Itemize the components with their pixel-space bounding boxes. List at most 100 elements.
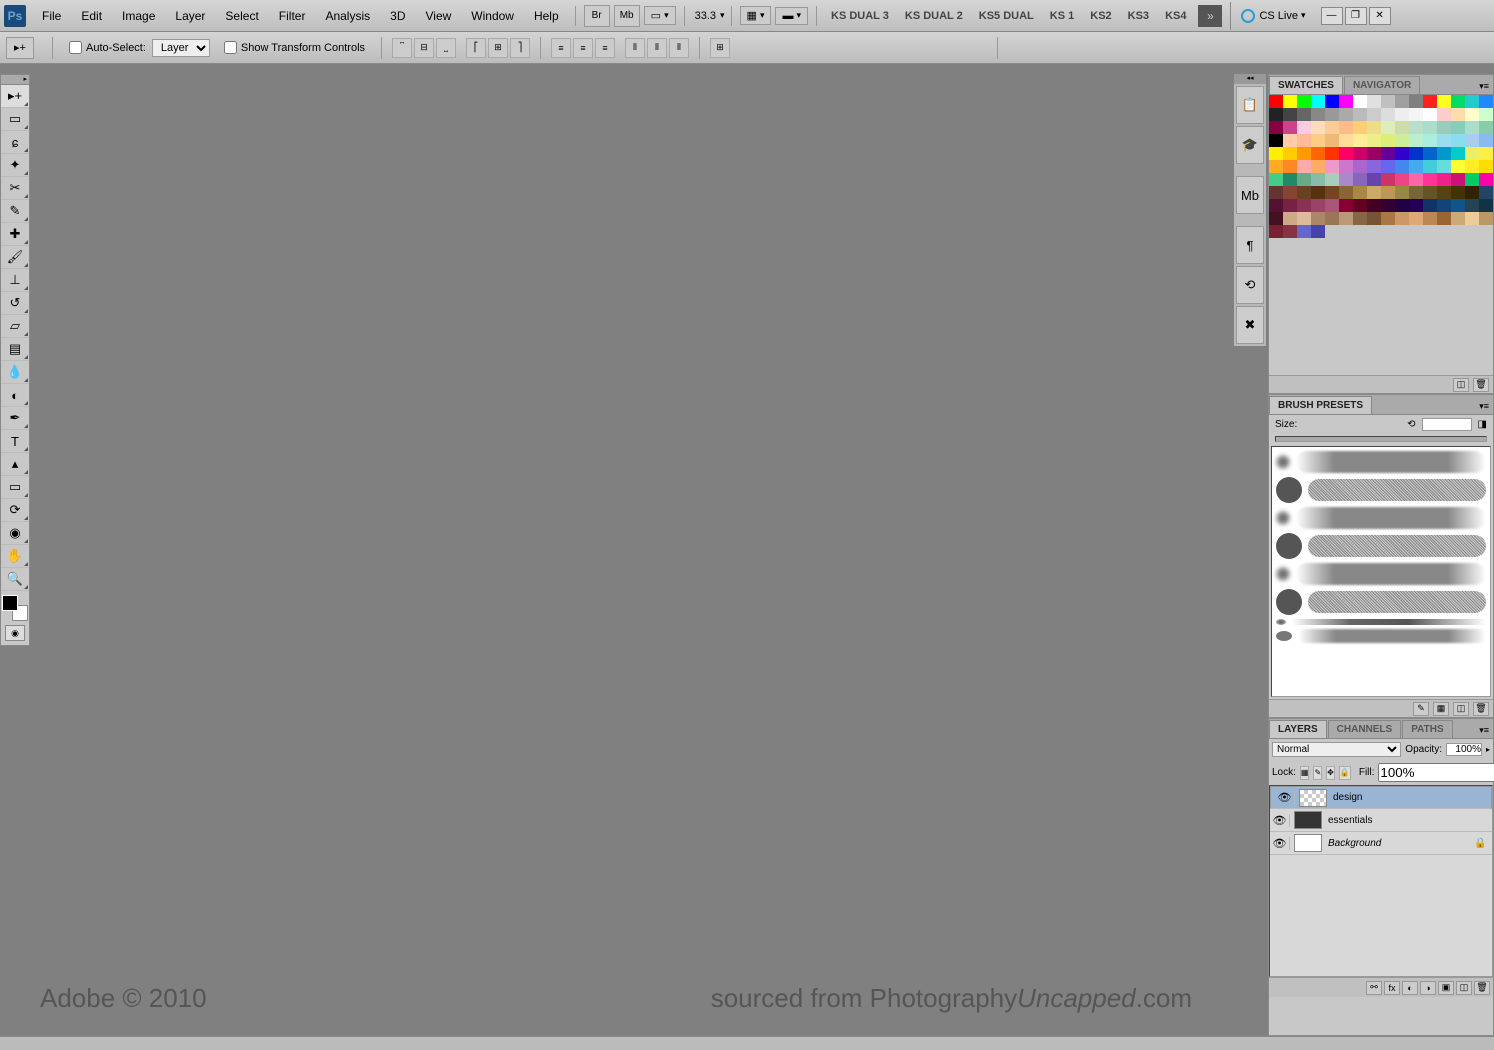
swatch[interactable]	[1395, 160, 1409, 173]
strip-expand[interactable]: ◂◂	[1234, 74, 1266, 84]
pen-tool[interactable]: ✒	[1, 407, 29, 430]
swatch[interactable]	[1437, 199, 1451, 212]
swatch[interactable]	[1451, 121, 1465, 134]
swatch[interactable]	[1269, 121, 1283, 134]
new-layer-button[interactable]: ◫	[1456, 981, 1472, 995]
swatch[interactable]	[1353, 173, 1367, 186]
lock-transparency-icon[interactable]: ▦	[1300, 766, 1310, 780]
new-brush-button[interactable]: ◫	[1453, 702, 1469, 716]
auto-align-button[interactable]: ⊞	[710, 38, 730, 58]
swatch[interactable]	[1311, 173, 1325, 186]
swatches-menu[interactable]: ▾≡	[1475, 79, 1493, 94]
swatch[interactable]	[1367, 160, 1381, 173]
swatch[interactable]	[1283, 212, 1297, 225]
swatch[interactable]	[1297, 199, 1311, 212]
swatch[interactable]	[1297, 173, 1311, 186]
eraser-tool[interactable]: ▱	[1, 315, 29, 338]
swatch[interactable]	[1311, 121, 1325, 134]
layer-thumbnail[interactable]	[1299, 789, 1327, 807]
swatch[interactable]	[1437, 121, 1451, 134]
brush-size-slider[interactable]	[1275, 436, 1487, 442]
swatch[interactable]	[1465, 147, 1479, 160]
swatch[interactable]	[1339, 160, 1353, 173]
tab-layers[interactable]: LAYERS	[1269, 720, 1327, 738]
swatch[interactable]	[1339, 121, 1353, 134]
swatch[interactable]	[1325, 147, 1339, 160]
align-bottom-button[interactable]: ⎵	[436, 38, 456, 58]
swatch[interactable]	[1479, 95, 1493, 108]
swatch[interactable]	[1479, 160, 1493, 173]
swatch[interactable]	[1479, 147, 1493, 160]
shape-tool[interactable]: ▭	[1, 476, 29, 499]
swatch[interactable]	[1381, 212, 1395, 225]
swatch[interactable]	[1269, 108, 1283, 121]
3d-camera-tool[interactable]: ◉	[1, 522, 29, 545]
swatch[interactable]	[1409, 121, 1423, 134]
swatch[interactable]	[1325, 95, 1339, 108]
swatch[interactable]	[1325, 173, 1339, 186]
menu-analysis[interactable]: Analysis	[315, 5, 380, 27]
swatch[interactable]	[1451, 160, 1465, 173]
align-right-button[interactable]: ⎤	[510, 38, 530, 58]
swatch[interactable]	[1423, 108, 1437, 121]
swatch[interactable]	[1353, 212, 1367, 225]
swatch[interactable]	[1381, 173, 1395, 186]
opacity-flyout-icon[interactable]: ▸	[1486, 745, 1490, 754]
swatch[interactable]	[1451, 134, 1465, 147]
workspace-expand-button[interactable]: »	[1198, 5, 1222, 27]
swatch[interactable]	[1283, 121, 1297, 134]
quick-mask-button[interactable]: ◉	[5, 625, 25, 641]
zoom-tool[interactable]: 🔍	[1, 568, 29, 591]
swatch[interactable]	[1423, 121, 1437, 134]
color-swatches[interactable]	[2, 595, 28, 621]
tab-brush-presets[interactable]: BRUSH PRESETS	[1269, 396, 1372, 414]
swatch[interactable]	[1311, 199, 1325, 212]
swatch[interactable]	[1325, 160, 1339, 173]
swatch[interactable]	[1269, 186, 1283, 199]
swatch[interactable]	[1283, 95, 1297, 108]
blend-mode-dropdown[interactable]: Normal	[1272, 742, 1401, 757]
layer-row[interactable]: 👁Background🔒	[1270, 832, 1492, 855]
stamp-tool[interactable]: ⊥	[1, 269, 29, 292]
swatch[interactable]	[1283, 108, 1297, 121]
swatch[interactable]	[1451, 95, 1465, 108]
swatch[interactable]	[1465, 160, 1479, 173]
swatch[interactable]	[1423, 95, 1437, 108]
menu-select[interactable]: Select	[215, 5, 268, 27]
swatch[interactable]	[1297, 108, 1311, 121]
menu-edit[interactable]: Edit	[71, 5, 112, 27]
lock-all-icon[interactable]: 🔒	[1339, 766, 1351, 780]
swatch[interactable]	[1325, 108, 1339, 121]
adjustment-layer-button[interactable]: ◑	[1420, 981, 1436, 995]
swatch[interactable]	[1353, 121, 1367, 134]
swatch[interactable]	[1437, 186, 1451, 199]
swatch[interactable]	[1311, 134, 1325, 147]
workspace-ks3[interactable]: KS3	[1120, 6, 1157, 26]
swatch[interactable]	[1437, 108, 1451, 121]
swatch[interactable]	[1297, 134, 1311, 147]
layer-thumbnail[interactable]	[1294, 834, 1322, 852]
swatch[interactable]	[1465, 108, 1479, 121]
swatch[interactable]	[1367, 108, 1381, 121]
swatch[interactable]	[1381, 121, 1395, 134]
swatch[interactable]	[1297, 160, 1311, 173]
swatch[interactable]	[1297, 225, 1311, 238]
layer-row[interactable]: 👁essentials	[1270, 809, 1492, 832]
swatch[interactable]	[1297, 147, 1311, 160]
swatch[interactable]	[1269, 225, 1283, 238]
opacity-input[interactable]	[1446, 743, 1482, 756]
swatch[interactable]	[1409, 199, 1423, 212]
swatch[interactable]	[1311, 108, 1325, 121]
delete-swatch-button[interactable]: 🗑	[1473, 378, 1489, 392]
workspace-ks-dual-2[interactable]: KS DUAL 2	[897, 6, 971, 26]
menu-3d[interactable]: 3D	[380, 5, 415, 27]
marquee-tool[interactable]: ▭	[1, 108, 29, 131]
swatch[interactable]	[1479, 121, 1493, 134]
swatch[interactable]	[1423, 160, 1437, 173]
layers-menu[interactable]: ▾≡	[1475, 723, 1493, 738]
tab-channels[interactable]: CHANNELS	[1328, 720, 1402, 738]
swatch[interactable]	[1283, 173, 1297, 186]
swatch[interactable]	[1479, 108, 1493, 121]
layer-fx-button[interactable]: fx	[1384, 981, 1400, 995]
workspace-ks-1[interactable]: KS 1	[1042, 6, 1082, 26]
